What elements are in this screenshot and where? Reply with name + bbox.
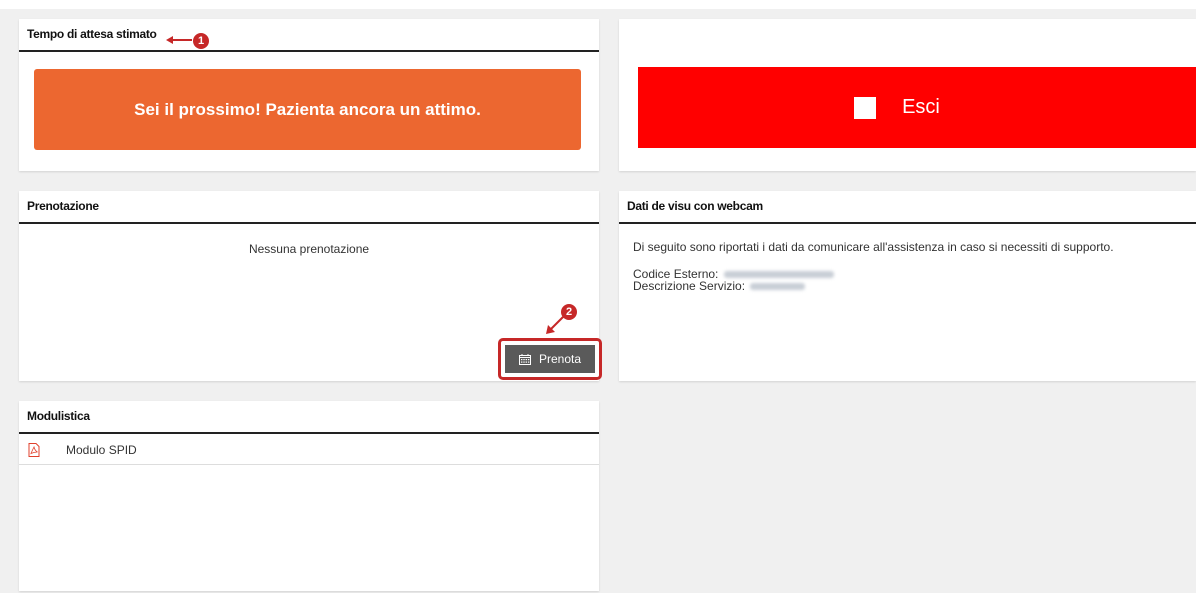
wait-status-banner: Sei il prossimo! Pazienta ancora un atti… bbox=[34, 69, 581, 150]
panel-header: Prenotazione bbox=[19, 191, 599, 224]
annotation-marker-1: 1 bbox=[193, 33, 209, 49]
book-button[interactable]: Prenota bbox=[505, 345, 595, 373]
top-strip bbox=[0, 0, 1196, 9]
forms-title: Modulistica bbox=[27, 409, 90, 423]
webcam-intro-text: Di seguito sono riportati i dati da comu… bbox=[633, 240, 1114, 254]
service-description-label: Descrizione Servizio: bbox=[633, 279, 746, 293]
form-item-label: Modulo SPID bbox=[66, 443, 137, 457]
annotation-number: 2 bbox=[565, 306, 573, 318]
external-code-value-redacted bbox=[723, 271, 834, 279]
exit-panel: Esci bbox=[619, 19, 1196, 171]
service-description-row: Descrizione Servizio: bbox=[633, 280, 1114, 292]
book-button-highlight: Prenota bbox=[498, 338, 602, 380]
booking-title: Prenotazione bbox=[27, 199, 99, 213]
list-item[interactable]: Modulo SPID bbox=[19, 436, 599, 465]
panel-header: Dati de visu con webcam bbox=[619, 191, 1196, 224]
annotation-number: 1 bbox=[197, 35, 205, 47]
annotation-arrow-2 bbox=[546, 316, 564, 334]
wait-time-title: Tempo di attesa stimato bbox=[27, 27, 157, 41]
service-description-value-redacted bbox=[750, 283, 806, 291]
panel-header: Modulistica bbox=[19, 401, 599, 434]
exit-button[interactable]: Esci bbox=[638, 67, 1196, 148]
book-button-label: Prenota bbox=[538, 352, 582, 366]
webcam-title: Dati de visu con webcam bbox=[627, 199, 763, 213]
pdf-icon bbox=[28, 443, 40, 457]
calendar-icon bbox=[518, 353, 531, 365]
annotation-arrow-1 bbox=[166, 36, 192, 44]
wait-time-panel: Tempo di attesa stimato Sei il prossimo!… bbox=[19, 19, 599, 171]
stop-icon bbox=[854, 96, 877, 119]
webcam-panel: Dati de visu con webcam Di seguito sono … bbox=[619, 191, 1196, 381]
booking-panel: Prenotazione Nessuna prenotazione Prenot… bbox=[19, 191, 602, 381]
panel-header: Tempo di attesa stimato bbox=[19, 19, 599, 52]
exit-button-label: Esci bbox=[902, 96, 940, 118]
forms-panel: Modulistica Modulo SPID bbox=[19, 401, 599, 591]
webcam-details: Di seguito sono riportati i dati da comu… bbox=[633, 241, 1114, 292]
wait-status-message: Sei il prossimo! Pazienta ancora un atti… bbox=[134, 99, 481, 119]
no-booking-text: Nessuna prenotazione bbox=[248, 242, 370, 256]
